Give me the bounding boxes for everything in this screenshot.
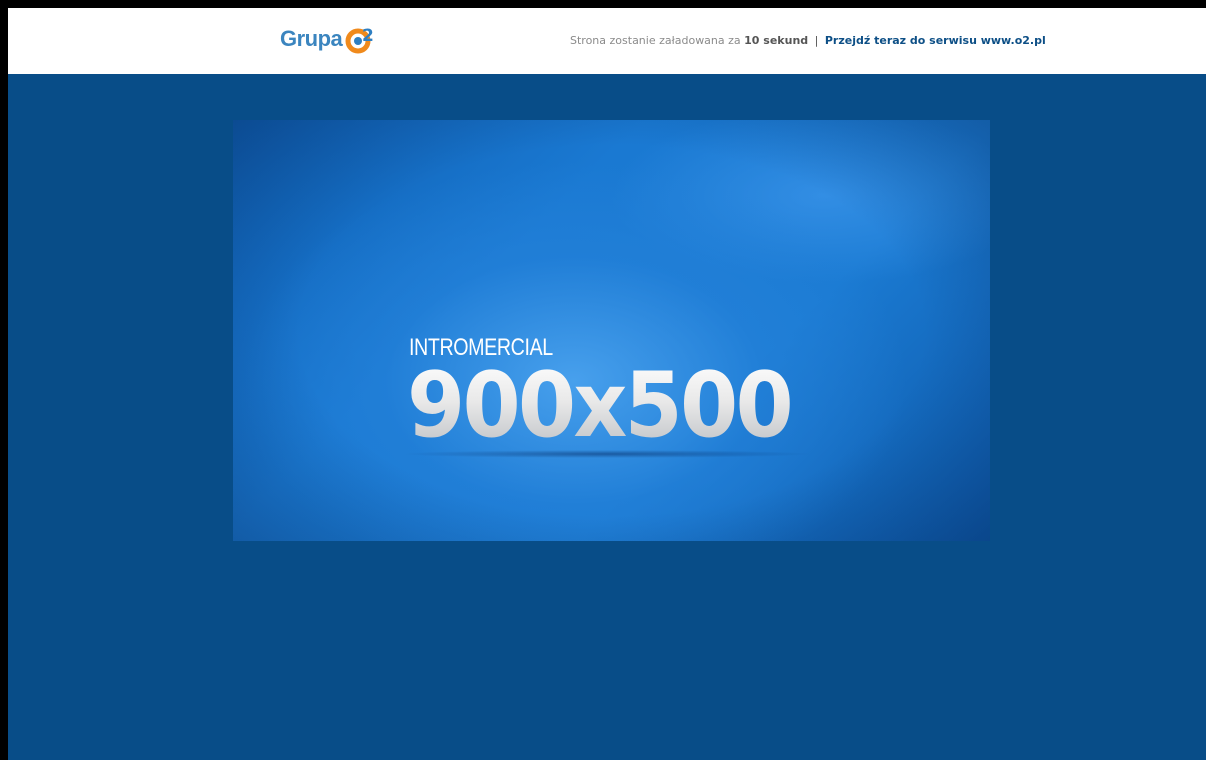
ad-title: 900x500	[407, 353, 794, 458]
page-frame: Grupa 2 Strona zostanie załadowana za 10…	[8, 8, 1206, 760]
redirect-notice: Strona zostanie załadowana za 10 sekund …	[570, 34, 1046, 47]
intromercial-ad-banner[interactable]: INTROMERCIAL 900x500	[233, 120, 990, 541]
grupa-o2-logo[interactable]: Grupa 2	[280, 24, 381, 54]
header-bar: Grupa 2 Strona zostanie załadowana za 10…	[8, 8, 1206, 74]
go-to-site-link[interactable]: Przejdź teraz do serwisu www.o2.pl	[825, 34, 1046, 47]
logo-text: Grupa	[280, 26, 343, 51]
countdown-value: 10 sekund	[744, 34, 809, 47]
notice-prefix: Strona zostanie załadowana za	[570, 34, 741, 47]
ad-vignette	[233, 120, 990, 541]
o2-logo-icon: 2	[345, 26, 374, 54]
notice-separator: |	[814, 34, 819, 47]
o2-logo-digit: 2	[362, 26, 374, 46]
